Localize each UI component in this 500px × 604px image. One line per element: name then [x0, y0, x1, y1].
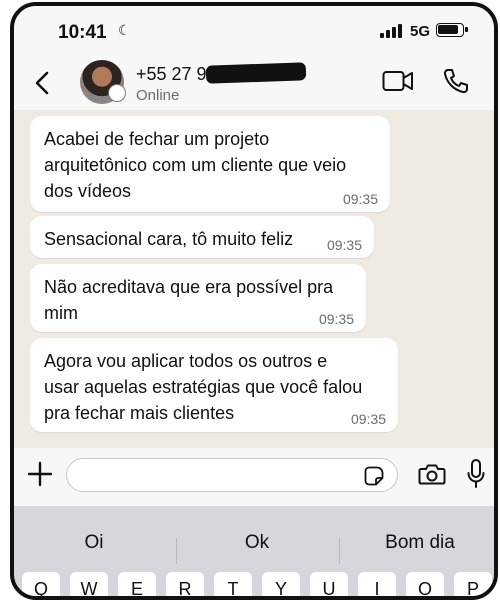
message-text: dos vídeos — [44, 181, 132, 201]
signal-icon — [380, 24, 402, 38]
plus-icon[interactable] — [26, 460, 54, 488]
back-arrow-icon[interactable] — [28, 68, 58, 98]
key-w[interactable]: W — [70, 572, 108, 596]
status-bar: 10:41 ☾ 5G — [14, 6, 494, 56]
message-time: 09:35 — [318, 311, 354, 327]
key-e[interactable]: E — [118, 572, 156, 596]
camera-icon[interactable] — [418, 462, 446, 486]
message-text: pra fechar mais clientes — [44, 403, 235, 423]
battery-icon — [436, 23, 468, 37]
composer-bar — [14, 448, 494, 506]
redaction-mark — [205, 62, 307, 84]
message-time: 09:35 — [326, 237, 362, 253]
status-time: 10:41 — [58, 22, 107, 43]
sticker-icon[interactable] — [364, 466, 384, 486]
message-text: Sensacional cara, tô muito feliz — [44, 229, 294, 249]
phone-call-icon[interactable] — [442, 67, 470, 95]
key-r[interactable]: R — [166, 572, 204, 596]
message-time: 09:35 — [350, 411, 386, 427]
microphone-icon[interactable] — [466, 458, 486, 490]
video-call-icon[interactable] — [382, 68, 414, 94]
disappearing-timer-icon — [108, 84, 126, 102]
message-time: 09:35 — [342, 191, 378, 207]
key-q[interactable]: Q — [22, 572, 60, 596]
keyboard: Oi Ok Bom dia Q W E R T Y U I O P — [14, 506, 494, 596]
key-p[interactable]: P — [454, 572, 492, 596]
message-text: Acabei de fechar um projeto — [44, 129, 270, 149]
message-list: Acabei de fechar um projeto arquitetônic… — [14, 110, 494, 440]
message-text: mim — [44, 303, 78, 323]
moon-icon: ☾ — [118, 22, 131, 38]
message-bubble[interactable]: Acabei de fechar um projeto arquitetônic… — [30, 116, 390, 212]
key-t[interactable]: T — [214, 572, 252, 596]
key-i[interactable]: I — [358, 572, 396, 596]
message-bubble[interactable]: Agora vou aplicar todos os outros e usar… — [30, 338, 398, 432]
message-input[interactable] — [66, 458, 398, 492]
message-bubble[interactable]: Sensacional cara, tô muito feliz 09:35 — [30, 216, 374, 258]
message-text: arquitetônico com um cliente que veio — [44, 155, 347, 175]
message-bubble[interactable]: Não acreditava que era possível pra mim … — [30, 264, 366, 332]
suggestion-bom-dia[interactable]: Bom dia — [340, 532, 494, 554]
contact-status: Online — [136, 87, 180, 104]
suggestion-ok[interactable]: Ok — [177, 532, 337, 554]
message-text: Não acreditava que era possível pra — [44, 277, 334, 297]
message-text: Agora vou aplicar todos os outros e — [44, 351, 328, 371]
suggestion-bar: Oi Ok Bom dia — [14, 518, 494, 568]
suggestion-oi[interactable]: Oi — [14, 532, 174, 554]
contact-name[interactable]: +55 27 99 — [136, 64, 217, 85]
network-label: 5G — [410, 23, 431, 40]
key-y[interactable]: Y — [262, 572, 300, 596]
phone-frame: 10:41 ☾ 5G +55 27 99 Online Acabei de fe… — [10, 2, 498, 600]
chat-header: +55 27 99 Online — [14, 56, 494, 110]
key-o[interactable]: O — [406, 572, 444, 596]
message-text: usar aquelas estratégias que você falou — [44, 377, 363, 397]
key-u[interactable]: U — [310, 572, 348, 596]
